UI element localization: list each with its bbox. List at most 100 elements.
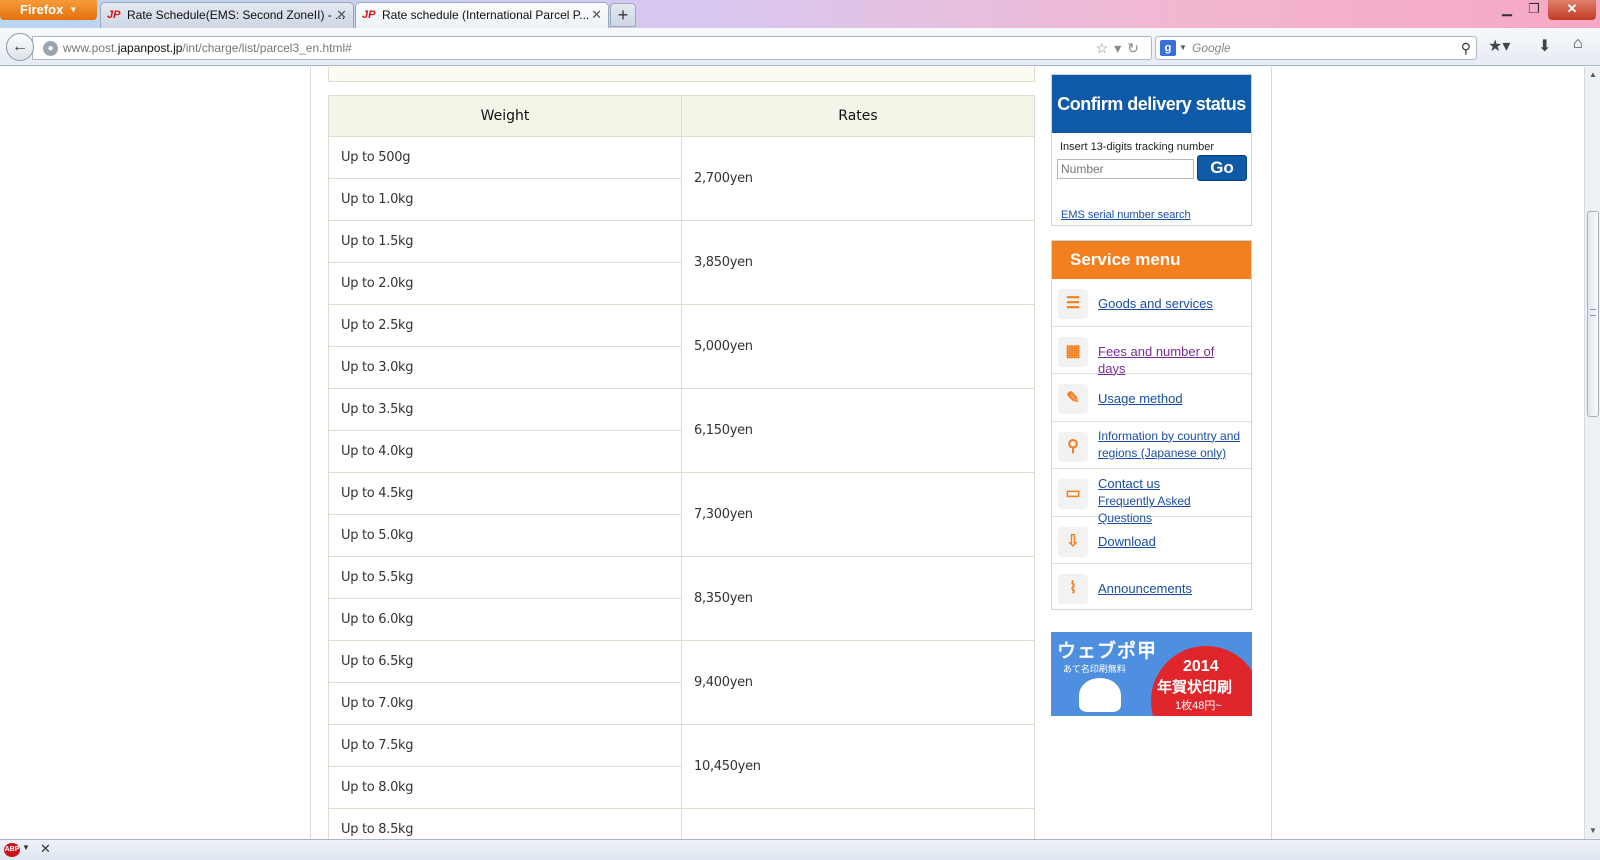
table-header-row: Weight Rates <box>328 95 1035 137</box>
close-tab-icon[interactable]: ✕ <box>591 3 602 27</box>
download-icon[interactable]: ⬇ <box>1538 36 1551 56</box>
weight-cell: Up to 8.5kg <box>328 808 682 839</box>
chevron-down-icon[interactable]: ▼ <box>1179 37 1187 59</box>
weight-cell: Up to 2.0kg <box>328 262 682 305</box>
reload-icon[interactable]: ↻ <box>1127 40 1145 56</box>
close-tab-icon[interactable]: ✕ <box>336 3 347 27</box>
chevron-down-icon: ▼ <box>69 5 78 14</box>
service-menu-title: Service menu <box>1052 241 1251 279</box>
menu-item-usage-method[interactable]: ✎ Usage method <box>1052 374 1251 422</box>
banner-year: 2014 <box>1183 658 1219 675</box>
rate-cell: 9,400yen <box>681 640 1035 725</box>
table-row: Up to 6.5kg 9,400yen <box>328 640 1035 725</box>
menu-item-label[interactable]: Usage method <box>1098 390 1183 407</box>
addon-bar: ABP ▼ ✕ <box>0 839 1600 860</box>
globe-icon: ● <box>43 41 58 56</box>
new-tab-button[interactable]: + <box>610 3 636 27</box>
rate-cell: 2,700yen <box>681 136 1035 221</box>
table-row: Up to 5.5kg 8,350yen <box>328 556 1035 641</box>
menu-item-label[interactable]: Goods and services <box>1098 295 1213 312</box>
rates-table: Weight Rates Up to 500g 2,700yen Up to 1.… <box>328 95 1035 839</box>
close-window-icon[interactable]: ✕ <box>1548 0 1596 20</box>
vertical-scrollbar[interactable]: ▲ ▼ <box>1584 67 1600 839</box>
chevron-down-icon[interactable]: ▼ <box>22 843 30 852</box>
url-bar[interactable]: ● www.post.japanpost.jp/int/charge/list/… <box>32 36 1152 60</box>
weight-column-header: Weight <box>328 95 682 137</box>
url-domain: japanpost.jp <box>117 41 183 55</box>
table-row: Up to 500g 2,700yen <box>328 136 1035 221</box>
weight-cell: Up to 5.5kg <box>328 556 682 599</box>
go-button[interactable]: Go <box>1197 155 1247 181</box>
banner-main-text: 年賀状印刷 <box>1157 679 1233 696</box>
rates-column-header: Rates <box>681 95 1035 137</box>
search-placeholder: Google <box>1192 41 1231 55</box>
bookmarks-menu-icon[interactable]: ★▾ <box>1488 36 1510 56</box>
scrollbar-thumb[interactable] <box>1587 211 1599 417</box>
minimize-window-icon[interactable]: ▁ <box>1494 0 1520 20</box>
bookmark-star-icon[interactable]: ☆ <box>1096 40 1115 56</box>
rate-cell: 3,850yen <box>681 220 1035 305</box>
menu-item-label[interactable]: Fees and number of days <box>1098 343 1228 377</box>
new-year-card-banner[interactable]: ウェブポ甲 あて名印刷無料 2014 年賀状印刷 1枚48円~ <box>1051 632 1252 716</box>
notice-box <box>328 67 1035 82</box>
menu-item-label[interactable]: Announcements <box>1098 580 1192 597</box>
firefox-menu-button[interactable]: Firefox ▼ <box>0 0 97 20</box>
japanpost-favicon-icon: JP <box>107 9 121 21</box>
back-button[interactable]: ← <box>6 33 34 61</box>
page-border-right <box>1271 67 1272 839</box>
tracking-hint: Insert 13-digits tracking number <box>1060 141 1215 153</box>
search-bar[interactable]: g ▼ Google ⚲ <box>1155 36 1477 60</box>
menu-item-fees-days[interactable]: ▦ Fees and number of days <box>1052 327 1251 377</box>
banner-title: ウェブポ甲 <box>1057 641 1158 662</box>
menu-item-label[interactable]: Download <box>1098 533 1156 550</box>
paperclip-icon: ⌇ <box>1058 574 1088 604</box>
close-addon-bar-icon[interactable]: ✕ <box>40 841 51 857</box>
weight-cell: Up to 5.0kg <box>328 514 682 557</box>
home-icon[interactable]: ⌂ <box>1573 35 1583 53</box>
tab-ems-rate-schedule[interactable]: JP Rate Schedule(EMS: Second ZoneII) - .… <box>100 2 354 28</box>
adblock-plus-icon[interactable]: ABP <box>4 843 20 857</box>
japanpost-favicon-icon: JP <box>362 9 376 21</box>
tab-parcel-rate-schedule[interactable]: JP Rate schedule (International Parcel P… <box>355 2 609 28</box>
menu-item-announcements[interactable]: ⌇ Announcements <box>1052 564 1251 612</box>
weight-cell: Up to 8.0kg <box>328 766 682 809</box>
dog-illustration-icon <box>1079 678 1121 712</box>
scroll-up-arrow-icon[interactable]: ▲ <box>1585 67 1600 83</box>
rate-cell: 10,450yen <box>681 724 1035 809</box>
banner-subtitle: あて名印刷無料 <box>1063 664 1126 674</box>
tracking-number-input[interactable] <box>1057 159 1194 179</box>
weight-cell: Up to 2.5kg <box>328 304 682 347</box>
chat-icon: ▭ <box>1058 479 1088 509</box>
menu-item-goods-services[interactable]: ☰ Goods and services <box>1052 279 1251 327</box>
confirm-delivery-title: Confirm delivery status <box>1052 75 1251 133</box>
url-bar-actions: ☆▾↻ <box>1096 37 1145 59</box>
maximize-window-icon[interactable]: ❐ <box>1521 0 1547 20</box>
google-icon[interactable]: g <box>1160 40 1176 56</box>
firefox-menu-label: Firefox <box>20 2 64 17</box>
ems-serial-search-link[interactable]: EMS serial number search <box>1061 209 1191 221</box>
history-dropdown-icon[interactable]: ▾ <box>1114 40 1127 56</box>
table-row: Up to 1.5kg 3,850yen <box>328 220 1035 305</box>
url-text[interactable]: www.post.japanpost.jp/int/charge/list/pa… <box>63 37 352 59</box>
menu-item-label[interactable]: Contact us <box>1098 475 1160 492</box>
banner-price: 1枚48円~ <box>1175 700 1222 712</box>
menu-item-contact-faq[interactable]: ▭ Contact us Frequently Asked Questions <box>1052 469 1251 525</box>
table-row: Up to 2.5kg 5,000yen <box>328 304 1035 389</box>
weight-cell: Up to 1.5kg <box>328 220 682 263</box>
url-prefix: www.post. <box>63 41 118 55</box>
menu-item-label[interactable]: Information by country and regions (Japa… <box>1098 428 1254 462</box>
service-menu-panel: Service menu ☰ Goods and services ▦ Fees… <box>1051 240 1252 610</box>
rate-cell: 8,350yen <box>681 556 1035 641</box>
url-path: /int/charge/list/parcel3_en.html# <box>182 41 352 55</box>
rate-cell: 6,150yen <box>681 388 1035 473</box>
rate-cell: 7,300yen <box>681 472 1035 557</box>
weight-cell: Up to 7.5kg <box>328 724 682 767</box>
search-icon[interactable]: ⚲ <box>1461 37 1471 59</box>
tab-title: Rate schedule (International Parcel P... <box>382 8 590 22</box>
table-row: Up to 8.5kg <box>328 808 1035 839</box>
menu-item-download[interactable]: ⇩ Download <box>1052 517 1251 564</box>
list-icon: ☰ <box>1058 289 1088 319</box>
menu-item-country-info[interactable]: ⚲ Information by country and regions (Ja… <box>1052 422 1254 469</box>
weight-cell: Up to 4.0kg <box>328 430 682 473</box>
scroll-down-arrow-icon[interactable]: ▼ <box>1585 823 1600 839</box>
